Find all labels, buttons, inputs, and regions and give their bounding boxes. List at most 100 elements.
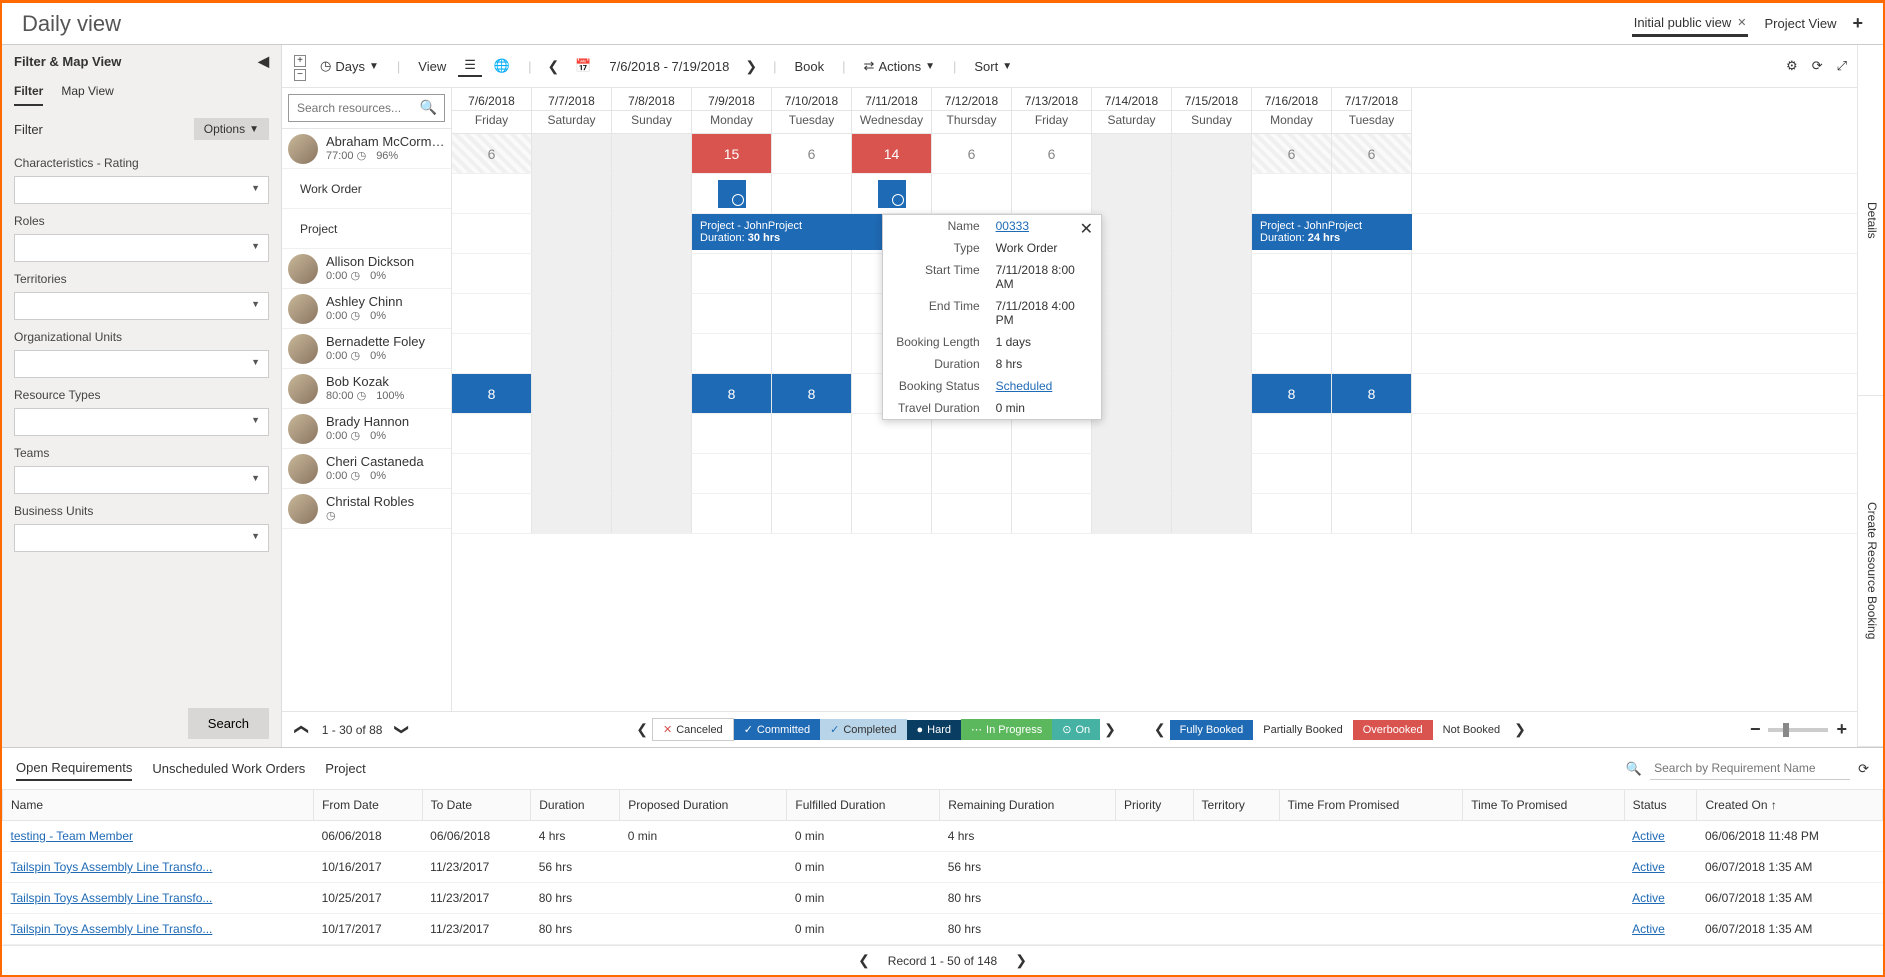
schedule-cell[interactable] xyxy=(1172,454,1252,493)
schedule-cell[interactable] xyxy=(852,454,932,493)
schedule-cell[interactable] xyxy=(1252,254,1332,293)
schedule-cell[interactable] xyxy=(452,494,532,533)
filter-select[interactable] xyxy=(14,234,269,262)
schedule-cell[interactable] xyxy=(1252,334,1332,373)
schedule-cell[interactable]: 6 xyxy=(1332,134,1412,173)
schedule-cell[interactable] xyxy=(852,494,932,533)
schedule-cell[interactable] xyxy=(612,214,692,253)
day-column-header[interactable]: 7/16/2018Monday xyxy=(1252,88,1332,134)
schedule-cell[interactable] xyxy=(452,294,532,333)
search-icon[interactable]: 🔍 xyxy=(420,99,437,116)
schedule-cell[interactable] xyxy=(1332,414,1412,453)
schedule-cell[interactable] xyxy=(1012,454,1092,493)
column-header[interactable]: Duration xyxy=(531,790,620,821)
column-header[interactable]: To Date xyxy=(422,790,531,821)
day-column-header[interactable]: 7/12/2018Thursday xyxy=(932,88,1012,134)
schedule-cell[interactable] xyxy=(1172,414,1252,453)
schedule-cell[interactable] xyxy=(692,494,772,533)
filter-select[interactable] xyxy=(14,292,269,320)
schedule-cell[interactable]: 6 xyxy=(772,134,852,173)
schedule-cell[interactable] xyxy=(852,174,932,213)
schedule-cell[interactable] xyxy=(1332,334,1412,373)
schedule-cell[interactable] xyxy=(1172,214,1252,253)
schedule-cell[interactable] xyxy=(772,414,852,453)
requirement-link[interactable]: Tailspin Toys Assembly Line Transfo... xyxy=(11,922,213,936)
schedule-cell[interactable] xyxy=(1332,294,1412,333)
requirement-link[interactable]: Tailspin Toys Assembly Line Transfo... xyxy=(11,891,213,905)
tooltip-link[interactable]: Scheduled xyxy=(996,379,1053,393)
schedule-cell[interactable] xyxy=(452,174,532,213)
filter-select[interactable] xyxy=(14,408,269,436)
tab-open-requirements[interactable]: Open Requirements xyxy=(16,756,132,781)
legend-not-booked[interactable]: Not Booked xyxy=(1433,720,1510,740)
tab-map-view[interactable]: Map View xyxy=(61,78,113,106)
column-header[interactable]: Remaining Duration xyxy=(940,790,1116,821)
schedule-cell[interactable] xyxy=(1172,174,1252,213)
res-up-button[interactable]: ❮ xyxy=(293,720,310,740)
tooltip-link[interactable]: 00333 xyxy=(996,219,1029,233)
schedule-cell[interactable] xyxy=(1092,254,1172,293)
legend-next[interactable]: ❯ xyxy=(1100,721,1120,738)
close-icon[interactable]: ✕ xyxy=(1737,16,1746,29)
schedule-cell[interactable] xyxy=(612,334,692,373)
schedule-cell[interactable] xyxy=(1092,414,1172,453)
schedule-cell[interactable] xyxy=(692,334,772,373)
zoom-out-button[interactable]: − xyxy=(1750,719,1761,740)
schedule-cell[interactable] xyxy=(1172,254,1252,293)
refresh-icon[interactable]: ⟳ xyxy=(1858,761,1869,777)
schedule-cell[interactable] xyxy=(772,334,852,373)
create-booking-panel-toggle[interactable]: Create Resource Booking xyxy=(1858,396,1883,747)
column-header[interactable]: Time From Promised xyxy=(1279,790,1463,821)
schedule-cell[interactable] xyxy=(1252,294,1332,333)
requirement-link[interactable]: testing - Team Member xyxy=(11,829,134,843)
resource-row[interactable]: Bob Kozak80:00 ◷100% xyxy=(282,369,451,409)
schedule-cell[interactable] xyxy=(612,454,692,493)
tab-project[interactable]: Project xyxy=(325,757,365,780)
schedule-cell[interactable] xyxy=(1172,374,1252,413)
requirement-row[interactable]: testing - Team Member06/06/201806/06/201… xyxy=(3,821,1883,852)
schedule-cell[interactable] xyxy=(532,174,612,213)
day-column-header[interactable]: 7/6/2018Friday xyxy=(452,88,532,134)
details-panel-toggle[interactable]: Details xyxy=(1858,45,1883,396)
column-header[interactable]: Priority xyxy=(1115,790,1193,821)
calendar-icon[interactable]: 📅 xyxy=(569,56,597,76)
schedule-cell[interactable]: 8 xyxy=(692,374,772,413)
status-link[interactable]: Active xyxy=(1632,829,1665,843)
schedule-cell[interactable] xyxy=(612,174,692,213)
resource-row[interactable]: Abraham McCormi...77:00 ◷96% xyxy=(282,129,451,169)
collapse-all-button[interactable]: − xyxy=(294,69,306,81)
sort-button[interactable]: Sort▼ xyxy=(968,57,1018,76)
options-button[interactable]: Options▼ xyxy=(194,118,269,140)
day-column-header[interactable]: 7/14/2018Saturday xyxy=(1092,88,1172,134)
schedule-cell[interactable] xyxy=(1332,254,1412,293)
schedule-cell[interactable] xyxy=(692,454,772,493)
day-column-header[interactable]: 7/8/2018Sunday xyxy=(612,88,692,134)
schedule-cell[interactable] xyxy=(532,214,612,253)
book-button[interactable]: Book xyxy=(789,57,831,76)
schedule-cell[interactable] xyxy=(1252,174,1332,213)
schedule-cell[interactable] xyxy=(612,414,692,453)
requirement-link[interactable]: Tailspin Toys Assembly Line Transfo... xyxy=(11,860,213,874)
legend-inprogress[interactable]: ⋯In Progress xyxy=(961,719,1052,740)
tab-filter[interactable]: Filter xyxy=(14,78,43,106)
schedule-cell[interactable]: 6 xyxy=(1252,134,1332,173)
schedule-cell[interactable] xyxy=(1332,454,1412,493)
search-icon[interactable]: 🔍 xyxy=(1626,761,1642,777)
schedule-cell[interactable] xyxy=(532,294,612,333)
schedule-cell[interactable] xyxy=(452,454,532,493)
schedule-cell[interactable] xyxy=(532,334,612,373)
project-bar[interactable]: Project - JohnProjectDuration: 24 hrs xyxy=(1252,214,1412,250)
schedule-cell[interactable] xyxy=(1092,174,1172,213)
legend-canceled[interactable]: ✕Canceled xyxy=(652,718,734,741)
workorder-block[interactable] xyxy=(718,180,746,208)
filter-select[interactable] xyxy=(14,524,269,552)
schedule-cell[interactable] xyxy=(1172,294,1252,333)
requirement-row[interactable]: Tailspin Toys Assembly Line Transfo...10… xyxy=(3,914,1883,945)
day-column-header[interactable]: 7/17/2018Tuesday xyxy=(1332,88,1412,134)
resource-row[interactable]: Bernadette Foley0:00 ◷0% xyxy=(282,329,451,369)
schedule-cell[interactable] xyxy=(1092,334,1172,373)
schedule-cell[interactable] xyxy=(772,294,852,333)
day-column-header[interactable]: 7/15/2018Sunday xyxy=(1172,88,1252,134)
schedule-cell[interactable] xyxy=(772,254,852,293)
schedule-cell[interactable] xyxy=(532,454,612,493)
